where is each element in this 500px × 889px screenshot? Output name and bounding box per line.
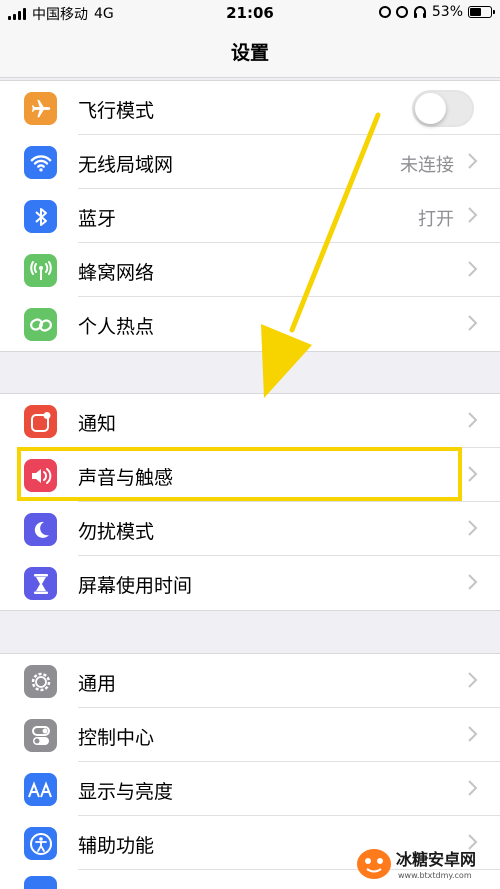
alarm-icon [395, 6, 408, 18]
chevron-right-icon [468, 412, 478, 428]
settings-row-label: 蜂窝网络 [78, 262, 155, 284]
battery-icon [468, 6, 495, 18]
settings-row-display-brightness[interactable]: 显示与亮度 [0, 762, 500, 816]
chevron-right-icon [468, 780, 478, 796]
chevron-right-icon [468, 574, 478, 590]
settings-row-notifications[interactable]: 通知 [0, 394, 500, 448]
accessibility-icon [24, 827, 57, 860]
chevron-right-icon [468, 153, 478, 169]
settings-row-bluetooth[interactable]: 蓝牙 打开 [0, 189, 500, 243]
bluetooth-icon [24, 200, 57, 233]
airplane-mode-toggle[interactable] [412, 90, 474, 127]
bluetooth-status-value: 打开 [418, 209, 454, 230]
watermark-text: 冰糖安卓网 [396, 850, 476, 869]
settings-row-label: 通知 [78, 413, 117, 435]
settings-row-wifi[interactable]: 无线局域网 未连接 [0, 135, 500, 189]
settings-row-label: 勿扰模式 [78, 521, 155, 543]
hourglass-icon [24, 567, 57, 600]
battery-percent: 53% [431, 4, 463, 20]
settings-row-screen-time[interactable]: 屏幕使用时间 [0, 556, 500, 610]
chevron-right-icon [468, 520, 478, 536]
settings-row-hotspot[interactable]: 个人热点 [0, 297, 500, 351]
partial-icon [24, 876, 57, 889]
settings-row-label: 无线局域网 [78, 154, 174, 176]
notification-icon [24, 405, 57, 438]
settings-row-label: 通用 [78, 673, 117, 695]
cellular-icon [24, 254, 57, 287]
settings-row-control-center[interactable]: 控制中心 [0, 708, 500, 762]
chevron-right-icon [468, 261, 478, 277]
settings-row-do-not-disturb[interactable]: 勿扰模式 [0, 502, 500, 556]
settings-group-notifications: 通知 声音与触感 勿扰模式 屏幕使用时间 [0, 393, 500, 611]
gear-icon [24, 665, 57, 698]
settings-row-label: 控制中心 [78, 727, 155, 749]
text-size-icon [24, 773, 57, 806]
chevron-right-icon [468, 315, 478, 331]
settings-row-general[interactable]: 通用 [0, 654, 500, 708]
rotation-lock-icon [378, 6, 391, 18]
chevron-right-icon [468, 672, 478, 688]
watermark-logo: 冰糖安卓网 www.btxtdmy.com [357, 849, 476, 880]
page-title: 设置 [230, 42, 269, 64]
settings-row-airplane-mode[interactable]: 飞行模式 [0, 81, 500, 135]
moon-icon [24, 513, 57, 546]
wifi-status-value: 未连接 [400, 155, 454, 176]
airplane-icon [24, 92, 57, 125]
settings-row-label: 辅助功能 [78, 835, 155, 857]
chevron-right-icon [468, 726, 478, 742]
settings-group-connectivity: 飞行模式 无线局域网 未连接 蓝牙 打开 蜂窝网络 个人热点 [0, 80, 500, 352]
settings-row-label: 飞行模式 [78, 100, 155, 122]
settings-row-label: 显示与亮度 [78, 781, 174, 803]
status-right: 53% [378, 4, 495, 20]
chevron-right-icon [468, 207, 478, 223]
settings-row-label: 个人热点 [78, 316, 155, 338]
highlight-box [17, 447, 462, 501]
chevron-right-icon [468, 466, 478, 482]
headphones-icon [413, 6, 426, 18]
watermark-url: www.btxtdmy.com [398, 871, 472, 880]
settings-row-cellular[interactable]: 蜂窝网络 [0, 243, 500, 297]
hotspot-icon [24, 308, 57, 341]
settings-row-label: 屏幕使用时间 [78, 575, 193, 597]
switches-icon [24, 719, 57, 752]
settings-row-label: 蓝牙 [78, 208, 117, 230]
wifi-icon [24, 146, 57, 179]
status-bar: 中国移动 4G 21:06 53% [0, 0, 500, 26]
nav-bar: 设置 [0, 26, 500, 78]
